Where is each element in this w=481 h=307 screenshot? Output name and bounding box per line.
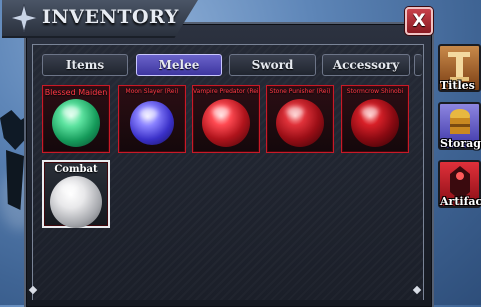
item-slot-stormcrow-shinobi[interactable]: Stormcrow Shinobi: [341, 85, 409, 153]
item-name: Blessed Maiden: [44, 88, 108, 97]
tab-accessory[interactable]: Accessory: [322, 54, 410, 76]
side-label-storage: Storage: [440, 137, 481, 150]
item-slot-combat[interactable]: Combat: [42, 160, 110, 228]
item-slot-moon-slayer[interactable]: Moon Slayer (Rei): [118, 85, 186, 153]
side-button-titles[interactable]: Titles: [438, 44, 481, 92]
tab-label: Accessory: [332, 58, 400, 72]
green-orb-icon: [52, 99, 100, 147]
red-orb-icon: [351, 99, 399, 147]
purple-orb-icon: [130, 101, 174, 145]
sparkle-icon: [10, 4, 38, 32]
item-name: Combat: [54, 164, 98, 175]
item-slot-vampire-predator[interactable]: Vampire Predator (Rei): [192, 85, 260, 153]
item-name: Vampire Predator (Rei): [193, 88, 259, 95]
tab-label: Items: [65, 58, 105, 72]
close-icon: X: [412, 11, 426, 31]
tab-sword[interactable]: Sword: [229, 54, 316, 76]
tab-overflow[interactable]: [414, 54, 422, 76]
tab-label: Melee: [158, 58, 200, 72]
item-name: Moon Slayer (Rei): [125, 88, 179, 95]
side-label-artifact: Artifact: [440, 195, 481, 208]
side-button-artifact[interactable]: Artifact: [438, 160, 481, 208]
close-button[interactable]: X: [405, 7, 433, 35]
side-label-titles: Titles: [440, 79, 475, 92]
item-slot-stone-punisher[interactable]: Stone Punisher (Rei): [266, 85, 334, 153]
tab-items[interactable]: Items: [42, 54, 128, 76]
tab-label: Sword: [251, 58, 294, 72]
red-orb-icon: [276, 99, 324, 147]
item-name: Stone Punisher (Rei): [269, 88, 331, 95]
red-orb-icon: [202, 99, 250, 147]
item-slot-blessed-maiden[interactable]: Blessed Maiden: [42, 85, 110, 153]
window-title: INVENTORY: [42, 6, 179, 28]
side-button-storage[interactable]: Storage: [438, 102, 481, 150]
tab-melee[interactable]: Melee: [136, 54, 222, 76]
white-orb-icon: [50, 176, 102, 228]
item-name: Stormcrow Shinobi: [346, 88, 404, 95]
